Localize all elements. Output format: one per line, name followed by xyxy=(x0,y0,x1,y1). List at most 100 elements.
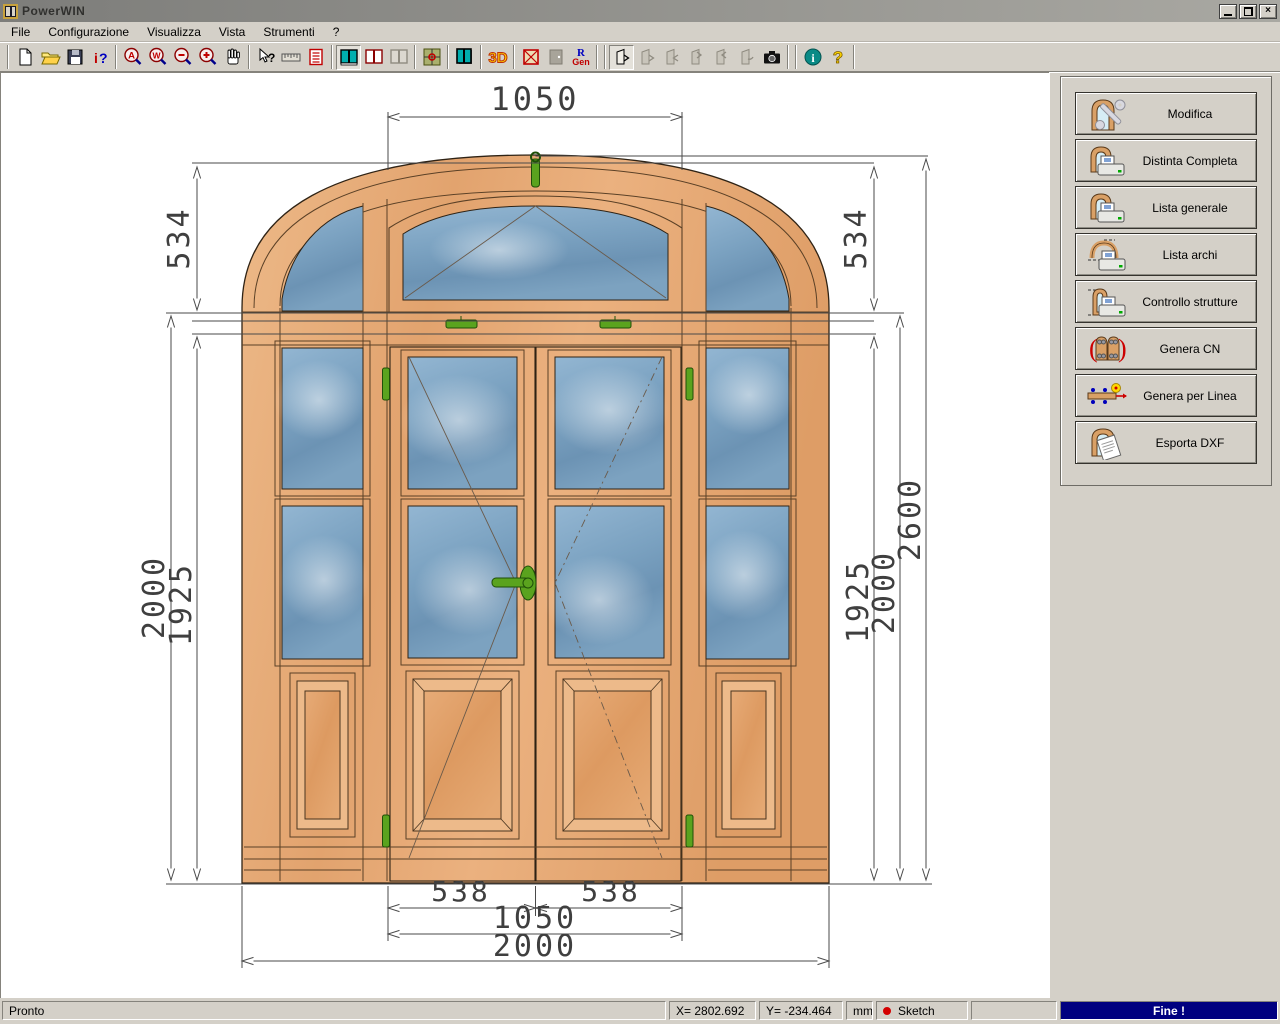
zoom-all-button[interactable]: A xyxy=(120,45,145,70)
report-list-button[interactable] xyxy=(303,45,328,70)
window-title: PowerWIN xyxy=(22,4,1217,18)
command-groupbox: Modifica Distinta Completa Lista general… xyxy=(1060,76,1272,486)
window-solid-button[interactable] xyxy=(452,45,477,70)
zoom-window-button[interactable]: W xyxy=(145,45,170,70)
svg-text:?: ? xyxy=(99,50,108,66)
door-open-6-button[interactable] xyxy=(734,45,759,70)
modifica-button[interactable]: Modifica xyxy=(1075,92,1257,135)
dim-left-inner: 1925 xyxy=(164,562,199,646)
camera-button[interactable] xyxy=(759,45,784,70)
door-open-4-icon xyxy=(686,46,708,68)
save-icon xyxy=(64,46,86,68)
r-gen-button[interactable]: RGen xyxy=(568,45,593,70)
door-open-6-icon xyxy=(736,46,758,68)
door-assembly xyxy=(242,153,829,884)
open-folder-icon xyxy=(39,46,61,68)
door-open-4-button[interactable] xyxy=(684,45,709,70)
measure-button[interactable] xyxy=(278,45,303,70)
genera-per-linea-button[interactable]: Genera per Linea xyxy=(1075,374,1257,417)
ruler-icon xyxy=(280,46,302,68)
dim-right-total: 2600 xyxy=(893,477,928,561)
distinta-completa-button[interactable]: Distinta Completa xyxy=(1075,139,1257,182)
status-message: Fine ! xyxy=(1060,1001,1278,1020)
close-button[interactable]: × xyxy=(1259,4,1277,19)
status-bar: Pronto X= 2802.692 Y= -234.464 mm Sketch… xyxy=(0,998,1280,1024)
window-view-button-active[interactable] xyxy=(336,45,361,70)
menu-item-configurazione[interactable]: Configurazione xyxy=(39,23,138,41)
toolbar-separator xyxy=(604,45,606,69)
zoom-in-button[interactable] xyxy=(195,45,220,70)
menu-item-vista[interactable]: Vista xyxy=(210,23,254,41)
toolbar-separator xyxy=(480,45,482,69)
status-empty-panel xyxy=(971,1001,1057,1020)
window-view-red-button[interactable] xyxy=(361,45,386,70)
new-document-button[interactable] xyxy=(12,45,37,70)
save-button[interactable] xyxy=(62,45,87,70)
r-gen-icon: RGen xyxy=(569,46,592,68)
door-open-5-button[interactable] xyxy=(709,45,734,70)
controllo-strutture-label: Controllo strutture xyxy=(1134,295,1252,309)
menu-item-visualizza[interactable]: Visualizza xyxy=(138,23,210,41)
info-button[interactable]: i xyxy=(800,45,825,70)
minimize-button[interactable] xyxy=(1219,4,1237,19)
view-3d-icon: 3D xyxy=(486,46,509,68)
about-icon: i? xyxy=(89,46,111,68)
app-icon xyxy=(3,4,18,19)
toolbar-separator xyxy=(853,45,855,69)
export-dxf-icon xyxy=(1080,426,1134,460)
line-production-icon xyxy=(1080,379,1134,413)
cross-box-button[interactable] xyxy=(518,45,543,70)
dim-arch-right: 534 xyxy=(839,206,874,269)
toolbar-separator xyxy=(787,45,789,69)
esporta-dxf-button[interactable]: Esporta DXF xyxy=(1075,421,1257,464)
door-open-3-icon xyxy=(661,46,683,68)
genera-cn-button[interactable]: () Genera CN xyxy=(1075,327,1257,370)
pan-button[interactable] xyxy=(220,45,245,70)
genera-per-linea-label: Genera per Linea xyxy=(1134,389,1252,403)
toolbar-separator xyxy=(447,45,449,69)
zoom-out-button[interactable] xyxy=(170,45,195,70)
about-button[interactable]: i? xyxy=(87,45,112,70)
window-red-icon xyxy=(363,46,385,68)
door-disabled-icon xyxy=(545,46,567,68)
help-button[interactable]: ? xyxy=(825,45,850,70)
menu-item-file[interactable]: File xyxy=(2,23,39,41)
camera-icon xyxy=(761,46,783,68)
lista-archi-label: Lista archi xyxy=(1134,248,1252,262)
svg-text:A: A xyxy=(128,51,135,62)
door-open-2-button[interactable] xyxy=(634,45,659,70)
drawing-canvas[interactable]: 1050 534 534 2000 1925 1925 2000 2600 53… xyxy=(0,72,1049,998)
mode-indicator-icon xyxy=(883,1007,891,1015)
window-view-disabled-button[interactable] xyxy=(386,45,411,70)
door-view-disabled-button[interactable] xyxy=(543,45,568,70)
door-open-1-button[interactable] xyxy=(609,45,634,70)
door-drawing: 1050 534 534 2000 1925 1925 2000 2600 53… xyxy=(1,73,1048,997)
dim-top-width: 1050 xyxy=(490,80,579,118)
door-open-3-button[interactable] xyxy=(659,45,684,70)
toolbar-separator xyxy=(331,45,333,69)
restore-button[interactable] xyxy=(1239,4,1257,19)
minimize-icon xyxy=(1224,14,1232,16)
toolbar-separator xyxy=(7,45,9,69)
toolbar-separator xyxy=(795,45,797,69)
menu-item-strumenti[interactable]: Strumenti xyxy=(254,23,323,41)
dim-arch-left: 534 xyxy=(162,206,197,269)
genera-cn-label: Genera CN xyxy=(1134,342,1252,356)
open-file-button[interactable] xyxy=(37,45,62,70)
status-mode: Sketch xyxy=(876,1001,968,1020)
dim-bottom-leaf-left: 538 xyxy=(431,875,491,908)
lista-generale-button[interactable]: Lista generale xyxy=(1075,186,1257,229)
hinge-top-right xyxy=(686,368,693,400)
context-help-button[interactable]: ? xyxy=(253,45,278,70)
svg-text:Gen: Gen xyxy=(572,57,590,67)
zoom-in-icon xyxy=(197,46,219,68)
menu-item-help[interactable]: ? xyxy=(324,23,349,41)
lista-archi-button[interactable]: Lista archi xyxy=(1075,233,1257,276)
view-3d-button[interactable]: 3D xyxy=(485,45,510,70)
check-structure-icon xyxy=(1080,285,1134,319)
controllo-strutture-button[interactable]: Controllo strutture xyxy=(1075,280,1257,323)
svg-text:W: W xyxy=(152,51,161,61)
info-icon: i xyxy=(802,46,824,68)
target-center-button[interactable] xyxy=(419,45,444,70)
modify-window-icon xyxy=(1080,97,1134,131)
